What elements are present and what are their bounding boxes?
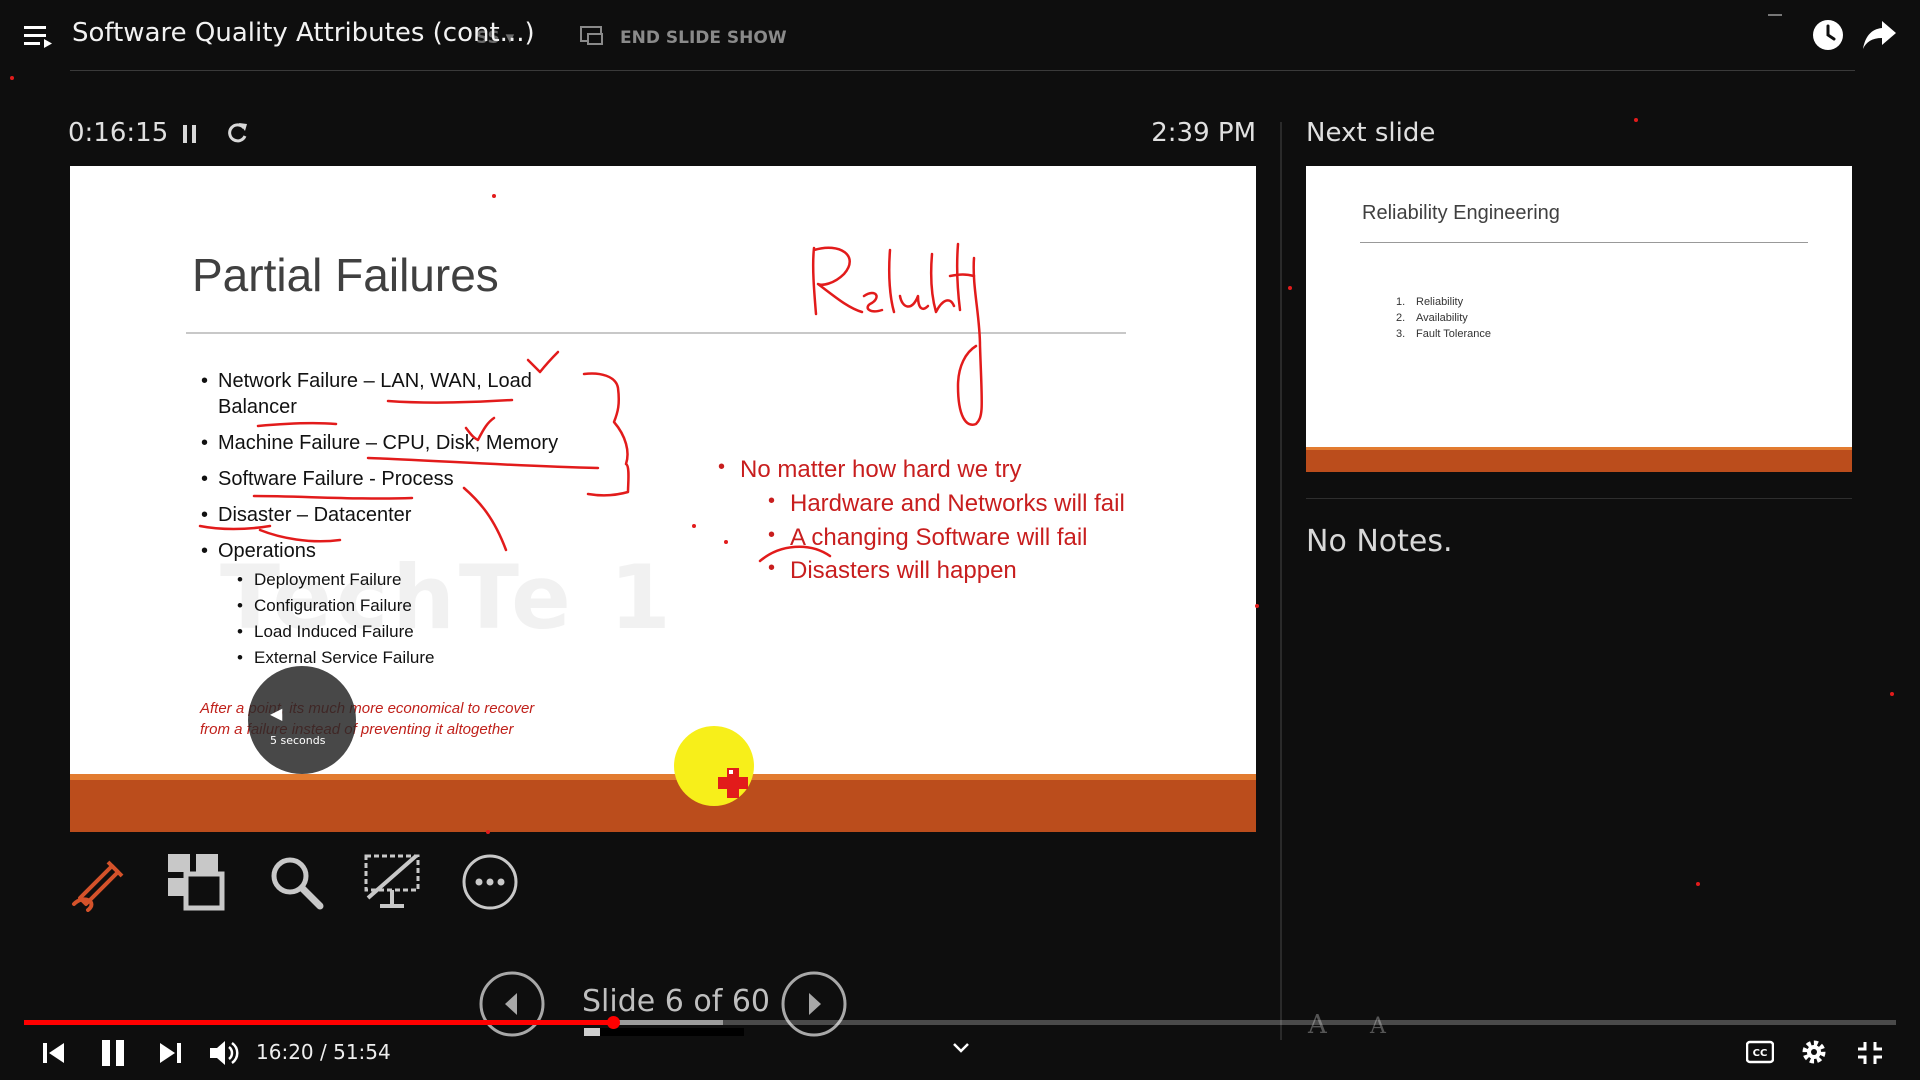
- pause-icon[interactable]: [98, 1038, 128, 1068]
- next-slide-title: Reliability Engineering: [1362, 202, 1560, 224]
- next-video-icon[interactable]: [156, 1040, 184, 1066]
- ink-dot: [692, 524, 696, 528]
- volume-icon[interactable]: [208, 1038, 240, 1068]
- minimize-glyph: [1768, 14, 1782, 16]
- progress-played: [24, 1020, 614, 1025]
- share-arrow-icon[interactable]: [1862, 18, 1898, 52]
- previous-video-icon[interactable]: [40, 1040, 68, 1066]
- clock-icon[interactable]: [1811, 18, 1845, 52]
- pane-divider: [1280, 122, 1282, 1040]
- next-slide-footer-band: [1306, 450, 1852, 472]
- rewind-arrow-icon: ◀: [270, 704, 283, 723]
- video-title[interactable]: Software Quality Attributes (cont...): [72, 18, 535, 48]
- elapsed-timer: 0:16:15: [68, 118, 169, 148]
- end-show-icon: [580, 26, 603, 45]
- seek-back-label: 5 seconds: [270, 734, 326, 747]
- seek-back-overlay: ◀ 5 seconds: [248, 666, 356, 774]
- toolbar-divider: [70, 70, 1855, 71]
- restart-timer-icon[interactable]: [224, 120, 250, 146]
- laser-cross-icon: [718, 768, 748, 798]
- monitor-off-icon[interactable]: [362, 852, 422, 912]
- next-slide-label: Next slide: [1306, 118, 1436, 148]
- chevron-down-icon[interactable]: [950, 1040, 972, 1056]
- ellipsis-icon[interactable]: [460, 852, 520, 912]
- ink-dot: [1288, 286, 1292, 290]
- speaker-notes: No Notes.: [1306, 524, 1453, 559]
- next-slide-thumbnail[interactable]: Reliability Engineering 1. Reliability 2.…: [1306, 166, 1852, 472]
- hamburger-menu-icon[interactable]: [24, 24, 54, 50]
- current-slide[interactable]: TechTe 1 Partial Failures Network Failur…: [70, 166, 1256, 832]
- grid-icon[interactable]: [166, 852, 226, 912]
- ink-dot: [1255, 604, 1259, 608]
- next-slide-rule: [1360, 242, 1808, 243]
- time-display: 16:20 / 51:54: [256, 1040, 391, 1064]
- ink-dot: [724, 540, 728, 544]
- previous-slide-button[interactable]: [478, 970, 546, 1038]
- next-slide-item: 2. Availability: [1396, 312, 1468, 324]
- ink-dot: [10, 76, 14, 80]
- end-slide-show-button[interactable]: END SLIDE SHOW: [620, 28, 787, 48]
- pause-timer-icon[interactable]: [180, 122, 200, 146]
- next-slide-item: 1. Reliability: [1396, 296, 1464, 308]
- svg-text:CC: CC: [1753, 1048, 1768, 1059]
- clock-time: 2:39 PM: [1151, 118, 1256, 148]
- ink-dot: [486, 830, 490, 834]
- ink-dot: [1634, 118, 1638, 122]
- pen-annotations: [198, 242, 984, 563]
- progress-bar[interactable]: [24, 1016, 1896, 1029]
- captions-icon[interactable]: CC: [1746, 1040, 1774, 1064]
- slide-footer-band: [70, 780, 1256, 832]
- magnifier-icon[interactable]: [266, 852, 326, 912]
- exit-fullscreen-icon[interactable]: [1856, 1040, 1884, 1066]
- next-slide-item: 3. Fault Tolerance: [1396, 328, 1492, 340]
- ink-dot: [492, 194, 496, 198]
- gear-icon[interactable]: [1800, 1038, 1828, 1066]
- ink-dot: [1696, 882, 1700, 886]
- slide-counter[interactable]: Slide 6 of 60: [582, 984, 770, 1019]
- ink-dot: [1890, 692, 1894, 696]
- next-slide-button[interactable]: [780, 970, 848, 1038]
- pen-icon[interactable]: [68, 852, 128, 912]
- notes-divider: [1306, 498, 1852, 499]
